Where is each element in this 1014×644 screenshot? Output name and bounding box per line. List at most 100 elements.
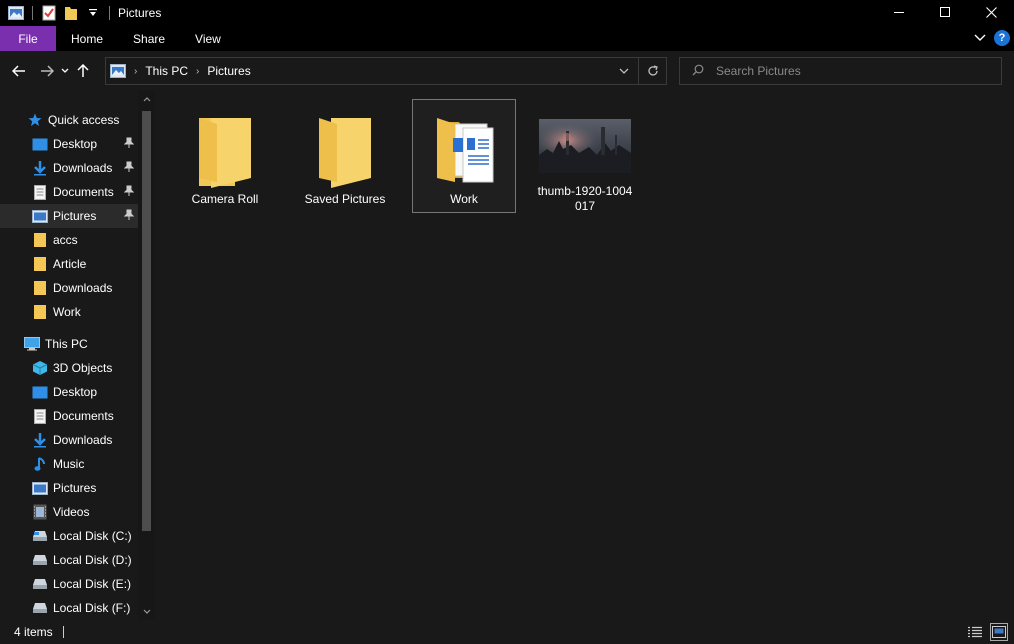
scrollbar-thumb[interactable] (142, 111, 151, 531)
back-button[interactable] (8, 57, 30, 85)
sidebar-item-local-disk-d[interactable]: Local Disk (D:) (0, 548, 138, 572)
file-label: Camera Roll (191, 192, 259, 206)
large-icons-view-button[interactable] (990, 623, 1008, 641)
sidebar-item-local-disk-e[interactable]: Local Disk (E:) (0, 572, 138, 596)
chevron-down-icon (61, 68, 69, 73)
sidebar-item-accs[interactable]: accs (0, 228, 138, 252)
help-icon[interactable]: ? (994, 30, 1010, 46)
sidebar-item-documents[interactable]: Documents (0, 180, 138, 204)
sidebar-item-3d-objects[interactable]: 3D Objects (0, 356, 138, 380)
folder-icon (32, 232, 48, 248)
address-history-chevron-icon[interactable] (610, 68, 638, 74)
pictures-icon (32, 208, 48, 224)
desktop-icon (32, 384, 48, 400)
scroll-down-icon[interactable] (138, 603, 155, 620)
navigation-pane: Quick access Desktop Downloads Documents… (0, 91, 156, 620)
documents-icon (32, 408, 48, 424)
sidebar-item-label: Desktop (53, 137, 98, 151)
breadcrumb-separator-icon[interactable]: › (134, 66, 137, 77)
folder-icon (299, 108, 391, 192)
sidebar-item-label: Downloads (53, 433, 113, 447)
forward-button[interactable] (36, 57, 58, 85)
sidebar-item-label: 3D Objects (53, 361, 113, 375)
folder-item-camera-roll[interactable]: Camera Roll (173, 100, 277, 214)
tab-share[interactable]: Share (118, 26, 180, 51)
scroll-up-icon[interactable] (138, 91, 155, 108)
properties-icon[interactable] (41, 5, 57, 21)
search-input[interactable] (714, 63, 974, 79)
sidebar-item-pictures[interactable]: Pictures (0, 204, 138, 228)
breadcrumb-separator-icon[interactable]: › (196, 66, 199, 77)
sidebar-item-label: Documents (53, 185, 114, 199)
quick-access-toolbar (0, 5, 112, 21)
customize-toolbar-dropdown-icon[interactable] (85, 5, 101, 21)
pin-icon[interactable] (123, 209, 135, 224)
pictures-location-icon (110, 64, 126, 78)
file-list-view[interactable]: Camera Roll Saved Pictures Work thumb-19… (156, 91, 1014, 620)
sidebar-item-downloads[interactable]: Downloads (0, 156, 138, 180)
sidebar-item-local-disk-c[interactable]: Local Disk (C:) (0, 524, 138, 548)
sidebar-item-downloads-folder[interactable]: Downloads (0, 276, 138, 300)
image-item-thumb-1920-1004017[interactable]: thumb-1920-1004017 (533, 100, 637, 214)
refresh-icon[interactable] (638, 58, 666, 84)
minimize-button[interactable] (876, 0, 922, 24)
pin-icon[interactable] (123, 185, 135, 200)
drive-icon (32, 576, 48, 592)
expand-ribbon-chevron-icon[interactable] (974, 31, 986, 45)
sidebar-this-pc[interactable]: This PC (0, 332, 138, 356)
recent-locations-button[interactable] (58, 57, 72, 85)
back-arrow-icon (12, 65, 25, 77)
computer-icon (24, 336, 40, 352)
sidebar-item-downloads-pc[interactable]: Downloads (0, 428, 138, 452)
sidebar-item-work[interactable]: Work (0, 300, 138, 324)
title-bar: Pictures (0, 0, 1014, 26)
file-label: Saved Pictures (304, 192, 386, 206)
desktop-icon (32, 136, 48, 152)
download-icon (32, 160, 48, 176)
breadcrumb-pictures[interactable]: Pictures (207, 64, 250, 78)
toolbar-separator (32, 6, 33, 20)
minimize-icon (894, 12, 904, 13)
sidebar-quick-access[interactable]: Quick access (0, 108, 138, 132)
sidebar-item-label: Local Disk (E:) (53, 577, 132, 591)
tab-home[interactable]: Home (56, 26, 118, 51)
folder-item-work[interactable]: Work (412, 99, 516, 213)
folder-item-saved-pictures[interactable]: Saved Pictures (293, 100, 397, 214)
folder-icon (32, 280, 48, 296)
sidebar-item-desktop-pc[interactable]: Desktop (0, 380, 138, 404)
sidebar-item-article[interactable]: Article (0, 252, 138, 276)
sidebar-item-pictures-pc[interactable]: Pictures (0, 476, 138, 500)
maximize-button[interactable] (922, 0, 968, 24)
pin-icon[interactable] (123, 161, 135, 176)
search-box[interactable] (679, 57, 1002, 85)
address-bar[interactable]: › This PC › Pictures (105, 57, 667, 85)
tab-view[interactable]: View (180, 26, 236, 51)
sidebar-item-label: Local Disk (D:) (53, 553, 132, 567)
sidebar-item-label: accs (53, 233, 78, 247)
toolbar-separator (109, 6, 110, 20)
pictures-window-icon[interactable] (8, 5, 24, 21)
3d-objects-icon (32, 360, 48, 376)
videos-icon (32, 504, 48, 520)
up-button[interactable] (72, 57, 94, 85)
sidebar-item-music[interactable]: Music (0, 452, 138, 476)
sidebar-item-label: Pictures (53, 481, 97, 495)
folder-with-documents-icon (418, 108, 510, 192)
sidebar-scrollbar[interactable] (138, 91, 155, 620)
sidebar-item-desktop[interactable]: Desktop (0, 132, 138, 156)
pin-icon[interactable] (123, 137, 135, 152)
sidebar-item-label: Article (53, 257, 87, 271)
sidebar-item-label: This PC (45, 337, 88, 351)
new-folder-icon[interactable] (63, 5, 79, 21)
documents-icon (32, 184, 48, 200)
maximize-icon (940, 7, 950, 17)
close-button[interactable] (968, 0, 1014, 24)
file-label: Work (450, 192, 478, 206)
details-view-button[interactable] (966, 623, 984, 641)
sidebar-item-documents-pc[interactable]: Documents (0, 404, 138, 428)
sidebar-item-label: Pictures (53, 209, 97, 223)
sidebar-item-videos[interactable]: Videos (0, 500, 138, 524)
tab-file[interactable]: File (0, 26, 56, 51)
breadcrumb-this-pc[interactable]: This PC (145, 64, 188, 78)
sidebar-item-local-disk-f[interactable]: Local Disk (F:) (0, 596, 138, 620)
